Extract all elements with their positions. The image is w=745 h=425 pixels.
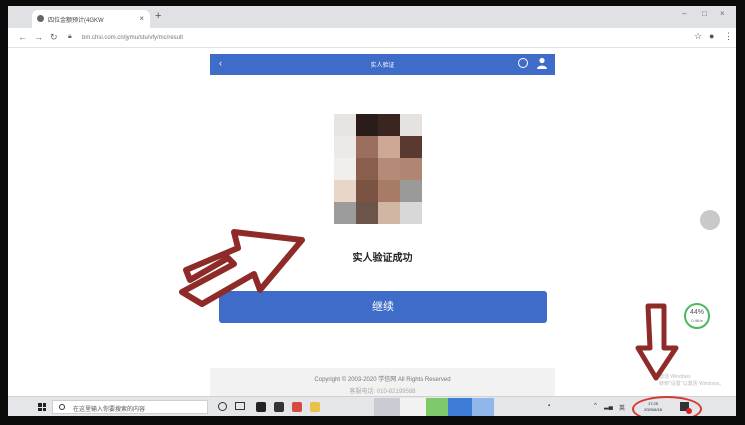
photo-pixel	[356, 114, 378, 136]
app-icon-1[interactable]	[256, 402, 266, 412]
taskbar-item-3[interactable]	[426, 398, 448, 416]
taskbar-item-5[interactable]	[472, 398, 494, 416]
url-field[interactable]: bm.chsi.com.cn/jymu/stu/vfy/mc/result	[82, 32, 682, 45]
chat-icon[interactable]	[518, 58, 528, 68]
app-header: ‹ 实人验证	[210, 54, 555, 75]
footer-copyright: Copyright © 2003-2020 学信网 All Rights Res…	[314, 377, 451, 383]
red-arrow-annotation	[179, 229, 305, 307]
search-icon	[59, 404, 65, 410]
file-explorer-icon[interactable]	[310, 402, 320, 412]
profile-icon[interactable]: ●	[709, 31, 714, 41]
taskbar-item-2[interactable]	[400, 398, 426, 416]
page-footer: Copyright © 2003-2020 学信网 All Rights Res…	[210, 368, 555, 398]
photo-pixel	[400, 202, 422, 224]
photo-pixel	[378, 180, 400, 202]
screen: 四位金额预计(4GKW × + – □ × ← → ↻ 🔒︎ bm.chsi.c…	[8, 6, 736, 416]
tray-arrow-icon[interactable]: ^	[594, 403, 597, 409]
taskbar-item-4[interactable]	[448, 398, 472, 416]
network-speed-meter: 44% 0.4K/s	[684, 303, 710, 329]
taskbar-search-box[interactable]: 在这里输入你要搜索的内容	[52, 400, 208, 414]
photo-pixel	[378, 202, 400, 224]
photo-pixel	[356, 136, 378, 158]
photo-pixel	[334, 180, 356, 202]
maximize-button[interactable]: □	[702, 9, 707, 18]
close-tab-icon[interactable]: ×	[139, 14, 144, 23]
photo-pixel	[400, 180, 422, 202]
address-bar-row: ← → ↻ 🔒︎ bm.chsi.com.cn/jymu/stu/vfy/mc/…	[8, 28, 736, 48]
photo-pixel	[334, 158, 356, 180]
net-speed-value: 44%	[689, 309, 704, 316]
browser-tab-bar: 四位金额预计(4GKW × + – □ ×	[8, 6, 736, 28]
lock-icon: 🔒︎	[68, 33, 72, 40]
photo-pixel	[356, 202, 378, 224]
browser-tab[interactable]: 四位金额预计(4GKW ×	[32, 10, 150, 28]
net-speed-sub: 0.4K/s	[691, 318, 703, 323]
photo-pixel	[378, 158, 400, 180]
photo-pixel	[400, 114, 422, 136]
photo-pixel	[356, 158, 378, 180]
reload-icon[interactable]: ↻	[50, 32, 58, 43]
star-icon[interactable]: ☆	[694, 31, 702, 42]
photo-pixel	[378, 114, 400, 136]
favicon-icon	[37, 15, 44, 22]
task-view-icon[interactable]	[235, 402, 245, 410]
floating-assistive-button[interactable]	[700, 210, 720, 230]
network-icon[interactable]: ▂▄	[604, 403, 613, 410]
photo-pixel	[334, 136, 356, 158]
annotation-ring	[632, 396, 702, 416]
windows-start-icon[interactable]	[38, 403, 46, 411]
taskbar-item-1[interactable]	[374, 398, 400, 416]
search-placeholder: 在这里输入你要搜索的内容	[73, 407, 146, 413]
cortana-icon[interactable]	[218, 402, 227, 411]
menu-icon[interactable]: ⋮	[724, 31, 733, 42]
minimize-button[interactable]: –	[682, 9, 686, 18]
photo-pixel	[334, 114, 356, 136]
forward-icon[interactable]: →	[34, 32, 43, 42]
face-photo	[334, 114, 422, 224]
red-down-arrow-annotation	[635, 303, 679, 381]
tab-title: 四位金额预计(4GKW	[48, 18, 104, 24]
back-icon[interactable]: ←	[18, 32, 27, 42]
user-icon[interactable]	[536, 57, 548, 69]
ime-text[interactable]: 英	[619, 403, 625, 412]
page-title: 实人验证	[370, 63, 395, 69]
app-icon-red[interactable]	[292, 402, 302, 412]
photo-pixel	[400, 136, 422, 158]
photo-pixel	[400, 158, 422, 180]
photo-pixel	[334, 202, 356, 224]
photo-pixel	[378, 136, 400, 158]
windows-taskbar: 在这里输入你要搜索的内容 ▪ ^ ▂▄ 英 17:25 2020/6/18	[8, 396, 736, 416]
new-tab-button[interactable]: +	[155, 10, 161, 22]
app-icon-2[interactable]	[274, 402, 284, 412]
close-window-button[interactable]: ×	[720, 9, 725, 18]
tray-app-icon[interactable]: ▪	[548, 403, 550, 409]
photo-pixel	[356, 180, 378, 202]
footer-contact: 客服电话: 010-82199588	[349, 389, 416, 395]
